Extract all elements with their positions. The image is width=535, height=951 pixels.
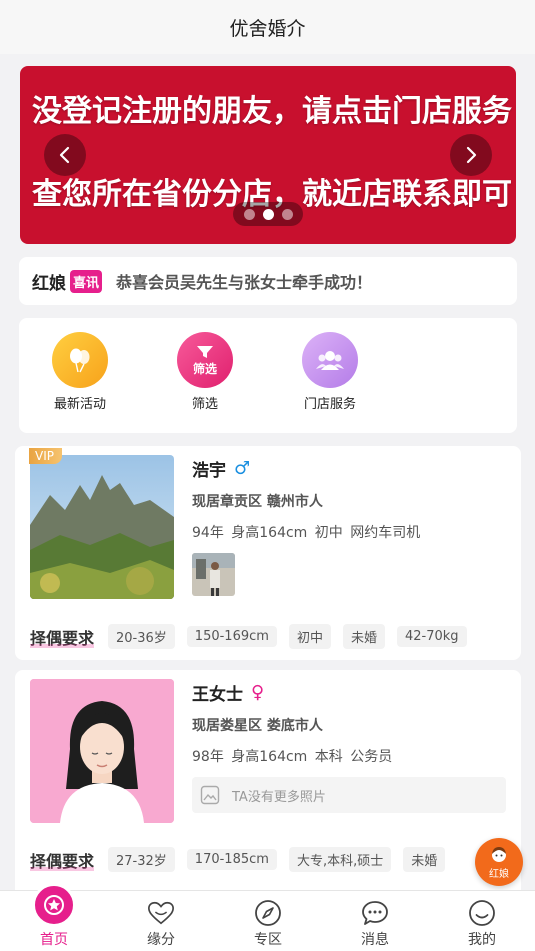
profile-photo[interactable]	[30, 455, 174, 599]
requirement-chip: 未婚	[403, 847, 446, 872]
matchmaker-fab[interactable]: 红娘	[475, 838, 523, 886]
filter-icon: 筛选	[177, 332, 233, 388]
ticker-message: 恭喜会员吴先生与张女士牵手成功！	[116, 273, 373, 292]
requirement-chip: 170-185cm	[186, 849, 277, 870]
female-icon: ♀	[251, 682, 265, 703]
tab-label: 首页	[40, 932, 68, 948]
tab-messages[interactable]: 消息	[335, 891, 415, 951]
profile-name: 浩宇	[192, 461, 226, 481]
profile-name-row: 浩宇 ♂	[192, 456, 250, 481]
chevron-right-icon	[466, 146, 477, 164]
requirement-chip: 150-169cm	[186, 626, 277, 647]
tab-label: 我的	[468, 932, 496, 948]
tab-label: 消息	[361, 932, 389, 948]
requirement-chip: 20-36岁	[108, 624, 175, 649]
profile-name: 王女士	[192, 685, 243, 705]
requirements-label: 择偶要求	[30, 625, 95, 649]
fab-label: 红娘	[489, 868, 509, 880]
bottom-tab-bar: 首页 缘分 专区 消息 我的	[0, 890, 535, 951]
promo-banner[interactable]: 没登记注册的朋友，请点击门店服务 查您所在省份分店，就近店联系即可	[20, 66, 516, 244]
balloon-icon	[52, 332, 108, 388]
profile-card[interactable]: 王女士 ♀ 现居娄星区 娄底市人 98年 身高164cm 本科 公务员 TA没有…	[15, 670, 521, 900]
requirements-label: 择偶要求	[30, 848, 95, 872]
banner-prev-button[interactable]	[44, 134, 86, 176]
quick-action-store-service[interactable]: 门店服务	[285, 332, 375, 412]
banner-next-button[interactable]	[450, 134, 492, 176]
heart-icon	[147, 899, 175, 927]
profile-location: 现居娄星区 娄底市人	[192, 718, 323, 734]
banner-pagination	[233, 202, 303, 226]
group-icon	[302, 332, 358, 388]
quick-action-label: 最新活动	[53, 397, 106, 412]
tab-label: 专区	[254, 932, 282, 948]
page-title: 优舍婚介	[229, 17, 306, 40]
home-icon[interactable]	[32, 883, 76, 927]
banner-dot-active[interactable]	[262, 208, 274, 220]
quick-actions: 最新活动 筛选 筛选 门店服务	[19, 318, 517, 433]
requirement-chip: 大专,本科,硕士	[288, 847, 392, 872]
smile-icon	[468, 899, 496, 927]
requirement-chip: 初中	[288, 624, 331, 649]
profile-info: 98年 身高164cm 本科 公务员	[192, 749, 393, 765]
profile-location: 现居章贡区 赣州市人	[192, 494, 323, 510]
quick-action-filter[interactable]: 筛选 筛选	[160, 332, 250, 412]
requirement-chip: 27-32岁	[108, 847, 175, 872]
banner-line-1: 没登记注册的朋友，请点击门店服务	[32, 94, 512, 129]
partner-requirements: 择偶要求 20-36岁 150-169cm 初中 未婚 42-70kg	[30, 624, 467, 649]
image-icon	[200, 785, 220, 805]
filter-icon-text: 筛选	[192, 361, 217, 376]
quick-action-label: 筛选	[191, 397, 218, 412]
ticker-tag: 喜讯	[70, 269, 103, 293]
profile-card[interactable]: VIP 浩宇 ♂ 现居章贡区 赣州市人 94年 身高164cm 初中 网约车司机…	[15, 446, 521, 660]
requirement-chip: 42-70kg	[396, 626, 467, 647]
profile-thumbnail[interactable]	[192, 553, 235, 596]
tab-me[interactable]: 我的	[442, 891, 522, 951]
compass-icon	[254, 899, 282, 927]
tab-fate[interactable]: 缘分	[121, 891, 201, 951]
news-ticker[interactable]: 红娘 喜讯 恭喜会员吴先生与张女士牵手成功！	[19, 257, 517, 305]
ticker-brand: 红娘	[32, 273, 66, 294]
profile-avatar-placeholder[interactable]	[30, 679, 174, 823]
no-photos-text: TA没有更多照片	[232, 789, 326, 805]
profile-name-row: 王女士 ♀	[192, 680, 264, 705]
male-icon: ♂	[234, 458, 251, 479]
tab-label: 缘分	[147, 932, 175, 948]
no-photos-placeholder: TA没有更多照片	[192, 777, 506, 813]
vip-badge: VIP	[29, 448, 62, 464]
title-bar: 优舍婚介	[0, 0, 535, 54]
chevron-left-icon	[59, 146, 70, 164]
partner-requirements: 择偶要求 27-32岁 170-185cm 大专,本科,硕士 未婚	[30, 847, 446, 872]
quick-action-activities[interactable]: 最新活动	[35, 332, 125, 412]
profile-info: 94年 身高164cm 初中 网约车司机	[192, 525, 421, 541]
tab-zone[interactable]: 专区	[228, 891, 308, 951]
banner-dot[interactable]	[281, 208, 293, 220]
matchmaker-avatar-icon	[492, 846, 506, 862]
banner-dot[interactable]	[243, 208, 255, 220]
requirement-chip: 未婚	[342, 624, 385, 649]
quick-action-label: 门店服务	[303, 397, 356, 412]
chat-icon	[361, 899, 389, 927]
